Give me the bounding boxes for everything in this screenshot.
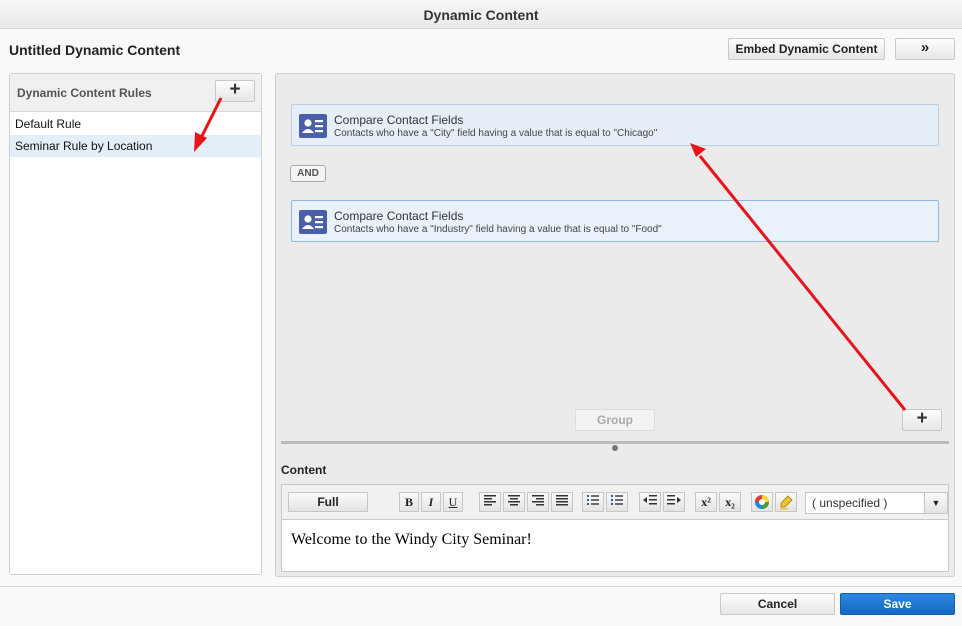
rules-panel-header: Dynamic Content Rules + — [10, 74, 261, 112]
criteria-card[interactable]: Compare Contact Fields Contacts who have… — [291, 200, 939, 242]
highlight-icon[interactable] — [775, 492, 797, 512]
contact-card-icon — [299, 210, 327, 234]
editor-body-text[interactable]: Welcome to the Windy City Seminar! — [291, 531, 532, 549]
align-right-icon[interactable] — [527, 492, 549, 512]
group-button[interactable]: Group — [575, 409, 655, 431]
rules-panel-title: Dynamic Content Rules — [17, 86, 152, 100]
embed-dynamic-content-button[interactable]: Embed Dynamic Content — [728, 38, 885, 60]
editor-toolbar: Full B I U x² x₂ (unspecified) ▼ — [281, 484, 949, 520]
italic-button[interactable]: I — [421, 492, 441, 512]
cancel-button[interactable]: Cancel — [720, 593, 835, 615]
align-center-icon[interactable] — [503, 492, 525, 512]
indent-icon[interactable] — [663, 492, 685, 512]
content-label: Content — [281, 463, 327, 477]
save-button[interactable]: Save — [840, 593, 955, 615]
chevron-down-icon[interactable]: ▼ — [924, 493, 947, 513]
splitter-handle-icon[interactable] — [612, 445, 618, 451]
criteria-title: Compare Contact Fields — [334, 209, 464, 223]
expand-button[interactable]: » — [895, 38, 955, 60]
superscript-button[interactable]: x² — [695, 492, 717, 512]
add-criteria-button[interactable]: + — [902, 409, 942, 431]
rule-editor-panel: Compare Contact Fields Contacts who have… — [275, 73, 955, 577]
rules-panel: Dynamic Content Rules + Default Rule Sem… — [9, 73, 262, 575]
and-operator[interactable]: AND — [290, 165, 326, 182]
bulleted-list-icon[interactable] — [606, 492, 628, 512]
content-editor[interactable]: Welcome to the Windy City Seminar! — [281, 519, 949, 572]
bold-button[interactable]: B — [399, 492, 419, 512]
criteria-description: Contacts who have a "City" field having … — [334, 128, 658, 139]
align-left-icon[interactable] — [479, 492, 501, 512]
font-size-select[interactable]: ( unspecified ) ▼ — [805, 492, 948, 514]
criteria-card[interactable]: Compare Contact Fields Contacts who have… — [291, 104, 939, 146]
font-size-select-value: ( unspecified ) — [812, 496, 888, 510]
add-rule-button[interactable]: + — [215, 80, 255, 102]
outdent-icon[interactable] — [639, 492, 661, 512]
underline-button[interactable]: U — [443, 492, 463, 512]
full-toolbar-button[interactable]: Full — [288, 492, 368, 512]
numbered-list-icon[interactable] — [582, 492, 604, 512]
subscript-button[interactable]: x₂ — [719, 492, 741, 512]
align-justify-icon[interactable] — [551, 492, 573, 512]
text-color-icon[interactable] — [751, 492, 773, 512]
contact-card-icon — [299, 114, 327, 138]
dialog-title: Dynamic Content — [0, 0, 962, 29]
panel-splitter[interactable] — [281, 441, 949, 444]
document-title: Untitled Dynamic Content — [9, 42, 181, 58]
criteria-title: Compare Contact Fields — [334, 113, 464, 127]
rule-item-seminar-by-location[interactable]: Seminar Rule by Location — [10, 135, 261, 157]
criteria-description: Contacts who have a "Industry" field hav… — [334, 224, 662, 235]
rule-item-default[interactable]: Default Rule — [10, 113, 261, 135]
